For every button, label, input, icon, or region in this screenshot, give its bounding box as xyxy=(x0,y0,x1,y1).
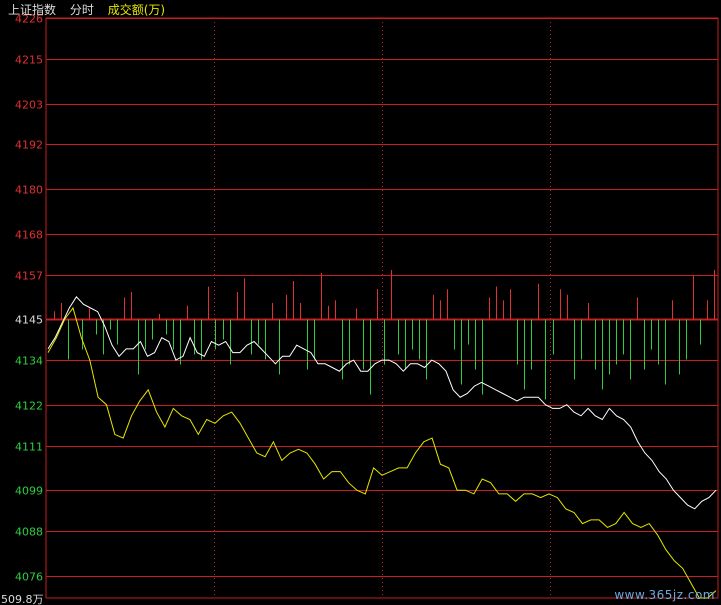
volume-label: 成交额(万) xyxy=(107,3,166,17)
y-tick-label: 4157 xyxy=(15,270,43,283)
y-tick-label: 4122 xyxy=(15,400,43,413)
watermark: www.365jz.com xyxy=(614,588,715,602)
index-name: 上证指数 xyxy=(8,3,57,17)
y-tick-label: 4168 xyxy=(15,229,43,242)
y-axis-labels: 4226421542034192418041684157414541344122… xyxy=(1,13,44,605)
y-tick-label: 4134 xyxy=(15,355,43,368)
y-tick-label: 4145 xyxy=(15,314,43,327)
y-tick-label: 4203 xyxy=(15,99,43,112)
volume-bars xyxy=(54,270,715,400)
y-tick-label: 4180 xyxy=(15,184,43,197)
y-tick-label: 4111 xyxy=(15,441,43,454)
chart-header: 上证指数 分时 成交额(万) xyxy=(8,1,175,18)
y-tick-label: 4192 xyxy=(15,139,43,152)
volume-scale-label: 509.8万 xyxy=(1,593,44,605)
price-lines xyxy=(47,295,717,599)
y-tick-label: 4088 xyxy=(15,526,43,539)
grid-lines xyxy=(45,17,719,599)
y-tick-label: 4076 xyxy=(15,571,43,584)
mode-label: 分时 xyxy=(69,3,94,17)
y-tick-label: 4099 xyxy=(15,485,43,498)
intraday-chart: 4226421542034192418041684157414541344122… xyxy=(1,13,719,605)
y-tick-label: 4215 xyxy=(15,54,43,67)
